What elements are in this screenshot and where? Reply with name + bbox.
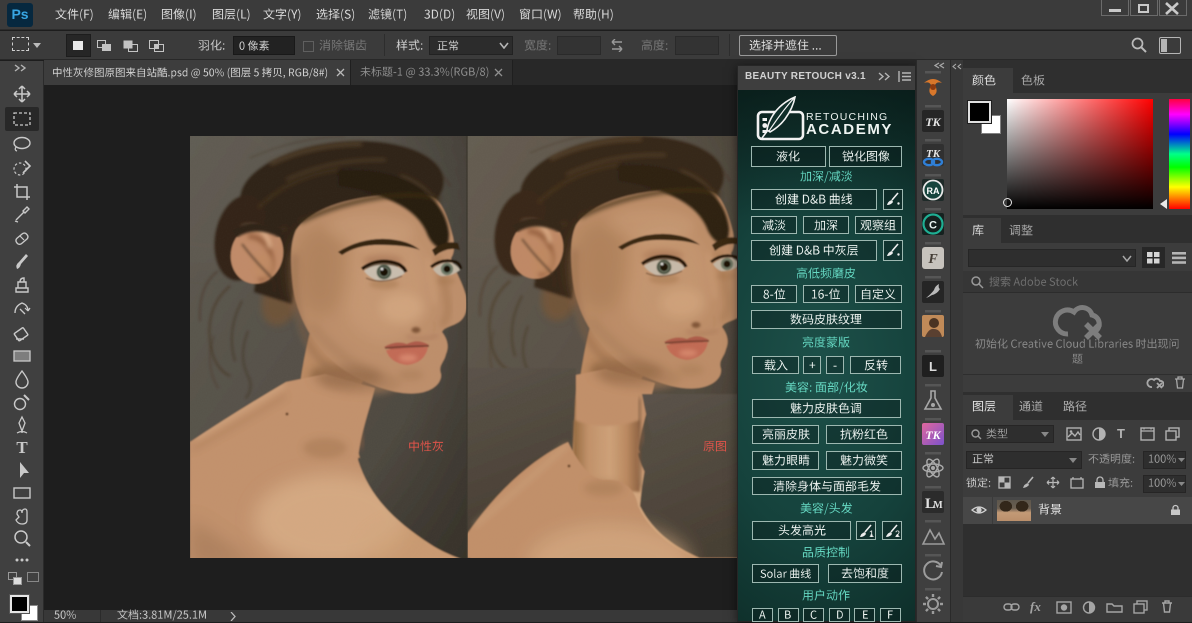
- svg-text:C: C: [929, 220, 937, 232]
- svg-text:T: T: [16, 438, 28, 457]
- svg-text:TK: TK: [925, 428, 941, 442]
- svg-text:TK: TK: [925, 115, 941, 129]
- svg-text:RA: RA: [927, 186, 940, 196]
- svg-text:F: F: [927, 252, 938, 267]
- svg-text:L: L: [929, 359, 937, 374]
- svg-text:M: M: [933, 500, 943, 511]
